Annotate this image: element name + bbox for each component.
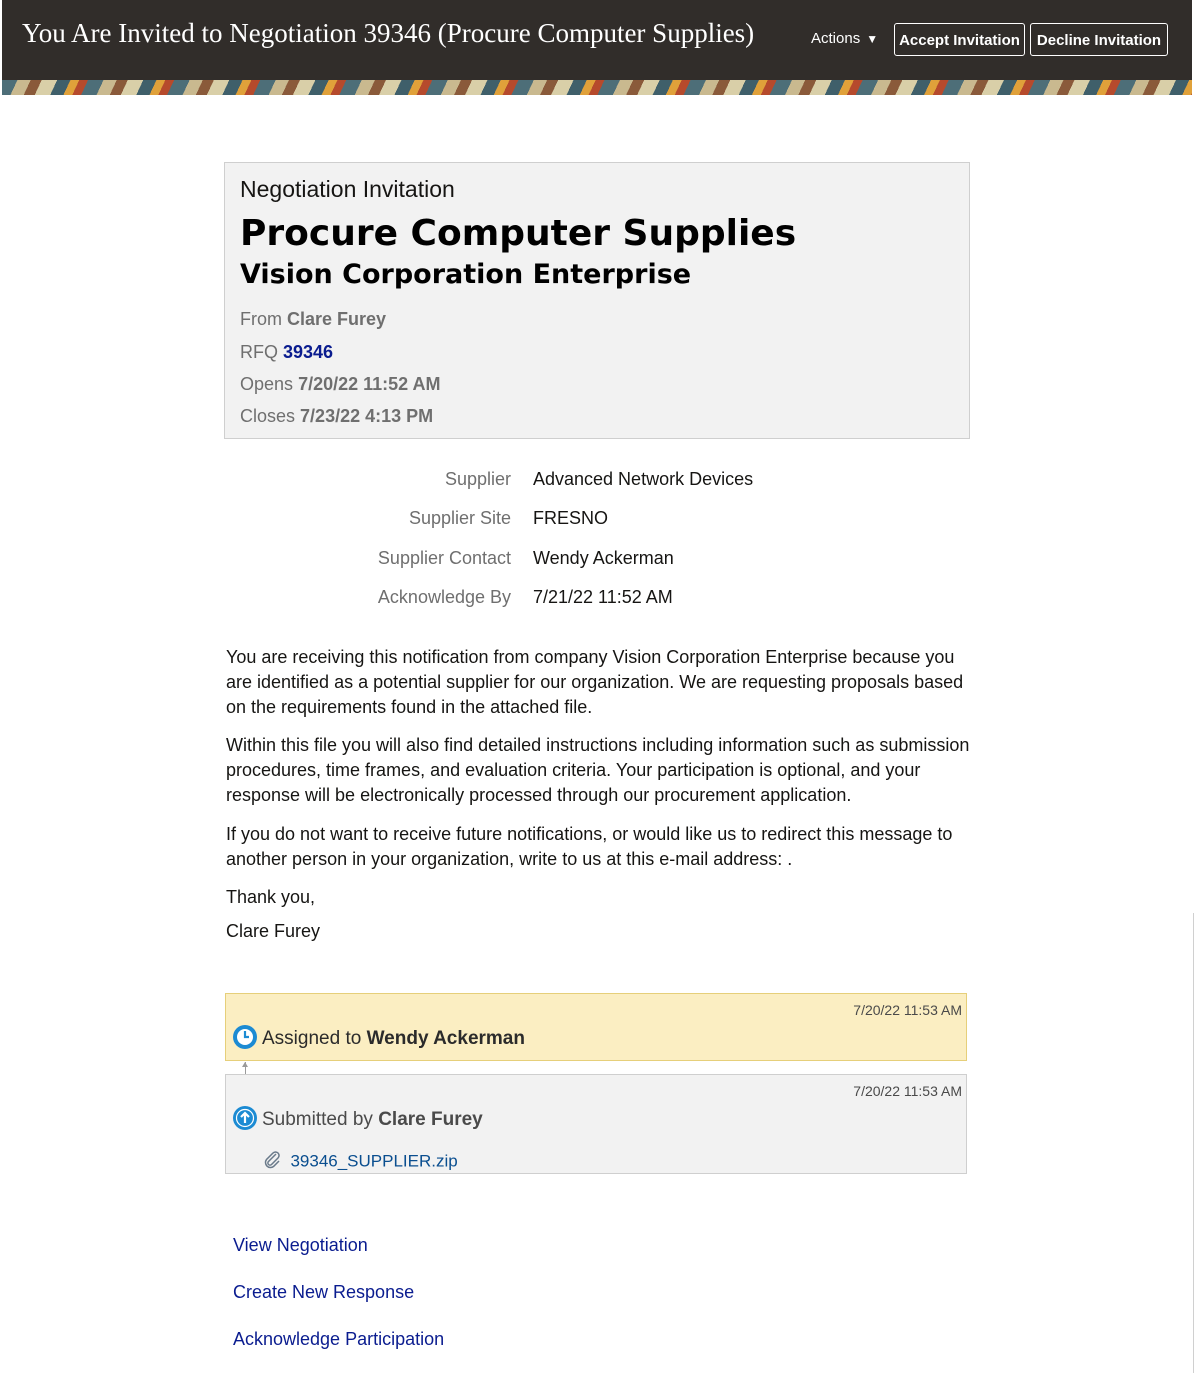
closes-line: Closes 7/23/22 4:13 PM — [240, 406, 433, 427]
history-timestamp: 7/20/22 11:53 AM — [853, 1083, 962, 1099]
message-paragraph: If you do not want to receive future not… — [226, 824, 953, 869]
opens-value: 7/20/22 11:52 AM — [298, 374, 441, 394]
history-entry-assigned: 7/20/22 11:53 AM Assigned to Wendy Acker… — [225, 993, 967, 1061]
create-new-response-link[interactable]: Create New Response — [233, 1282, 414, 1303]
invitation-card: Negotiation Invitation Procure Computer … — [224, 162, 970, 439]
history-text: Submitted by Clare Furey — [262, 1109, 483, 1131]
history-connector-arrow — [242, 1062, 248, 1067]
message-signature: Clare Furey — [226, 921, 321, 941]
opens-label: Opens — [240, 374, 294, 394]
from-value: Clare Furey — [287, 309, 387, 329]
history-person: Wendy Ackerman — [366, 1028, 525, 1049]
actions-menu-label: Actions — [811, 30, 861, 47]
message-closing: Thank you, — [226, 887, 316, 907]
scrollbar[interactable] — [1193, 913, 1194, 1373]
opens-line: Opens 7/20/22 11:52 AM — [240, 374, 441, 395]
acknowledge-by-label: Acknowledge By — [377, 587, 511, 607]
closes-label: Closes — [240, 406, 296, 426]
rfq-line: RFQ 39346 — [240, 342, 333, 363]
history-entry-submitted: 7/20/22 11:53 AM Submitted by Clare Fure… — [225, 1074, 967, 1174]
acknowledge-participation-link[interactable]: Acknowledge Participation — [233, 1329, 444, 1350]
from-line: From Clare Furey — [240, 309, 386, 330]
message-paragraph: You are receiving this notification from… — [226, 647, 964, 717]
caret-down-icon: ▼ — [866, 32, 879, 46]
paperclip-icon — [262, 1149, 282, 1174]
decline-invitation-button[interactable]: Decline Invitation — [1030, 23, 1168, 56]
attachment[interactable]: 39346_SUPPLIER.zip — [262, 1149, 458, 1174]
rfq-number-link[interactable]: 39346 — [283, 342, 333, 362]
negotiation-title: Procure Computer Supplies — [240, 213, 797, 254]
from-label: From — [240, 309, 282, 329]
supplier-contact-label: Supplier Contact — [377, 548, 511, 568]
supplier-site-value: FRESNO — [533, 508, 609, 528]
page-title: You Are Invited to Negotiation 39346 (Pr… — [22, 18, 755, 48]
history-action: Assigned to — [262, 1028, 362, 1049]
attachment-link[interactable]: 39346_SUPPLIER.zip — [290, 1152, 457, 1171]
acknowledge-by-value: 7/21/22 11:52 AM — [533, 587, 673, 607]
history-action: Submitted by — [262, 1109, 373, 1130]
supplier-value: Advanced Network Devices — [533, 469, 754, 489]
history-person: Clare Furey — [378, 1109, 483, 1130]
decorative-banner — [2, 80, 1192, 95]
closes-value: 7/23/22 4:13 PM — [300, 406, 434, 426]
organization-name: Vision Corporation Enterprise — [240, 259, 692, 290]
clock-icon — [233, 1025, 257, 1049]
arrow-up-icon — [233, 1106, 257, 1130]
history-timestamp: 7/20/22 11:53 AM — [853, 1002, 962, 1018]
rfq-label: RFQ — [240, 342, 278, 362]
accept-invitation-button[interactable]: Accept Invitation — [894, 23, 1025, 56]
actions-menu[interactable]: Actions ▼ — [811, 30, 878, 47]
view-negotiation-link[interactable]: View Negotiation — [233, 1235, 368, 1256]
card-kicker: Negotiation Invitation — [240, 176, 455, 202]
supplier-contact-value: Wendy Ackerman — [533, 548, 674, 568]
message-paragraph: Within this file you will also find deta… — [226, 735, 970, 805]
supplier-site-label: Supplier Site — [408, 508, 511, 528]
supplier-label: Supplier — [444, 469, 511, 489]
history-text: Assigned to Wendy Ackerman — [262, 1028, 525, 1050]
